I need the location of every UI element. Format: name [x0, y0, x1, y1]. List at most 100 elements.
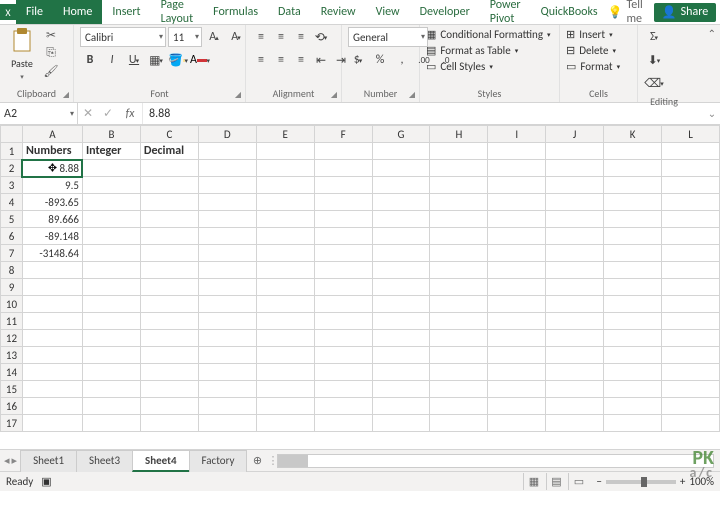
sheet-nav-last-icon[interactable]: ▸: [12, 454, 18, 467]
page-layout-view-button[interactable]: ▤: [546, 473, 566, 490]
collapse-ribbon-icon[interactable]: ⌃: [708, 27, 716, 40]
cell-B13[interactable]: [82, 347, 140, 364]
underline-button[interactable]: U▾: [124, 50, 144, 70]
cell-G11[interactable]: [372, 313, 430, 330]
bold-button[interactable]: B: [80, 50, 100, 70]
row-header-9[interactable]: 9: [1, 279, 23, 296]
font-color-button[interactable]: A▾: [190, 50, 210, 70]
cell-E3[interactable]: [256, 177, 314, 194]
cell-F16[interactable]: [314, 398, 372, 415]
paste-button[interactable]: Paste ▾: [6, 27, 38, 81]
cell-F1[interactable]: [314, 143, 372, 160]
fill-color-button[interactable]: 🪣▾: [168, 50, 188, 70]
cell-H11[interactable]: [430, 313, 488, 330]
cell-G16[interactable]: [372, 398, 430, 415]
cell-A4[interactable]: -893.65: [22, 194, 82, 211]
cell-H3[interactable]: [430, 177, 488, 194]
row-header-4[interactable]: 4: [1, 194, 23, 211]
cell-J7[interactable]: [546, 245, 604, 262]
copy-button[interactable]: ⎘: [42, 45, 60, 61]
cell-E15[interactable]: [256, 381, 314, 398]
cell-K6[interactable]: [604, 228, 662, 245]
cell-B5[interactable]: [82, 211, 140, 228]
cell-L7[interactable]: [662, 245, 720, 262]
cell-H5[interactable]: [430, 211, 488, 228]
cell-D15[interactable]: [198, 381, 256, 398]
cell-C8[interactable]: [140, 262, 198, 279]
accounting-button[interactable]: $▾: [348, 50, 368, 70]
zoom-out-button[interactable]: −: [596, 475, 601, 488]
cell-D11[interactable]: [198, 313, 256, 330]
cell-L13[interactable]: [662, 347, 720, 364]
cell-E6[interactable]: [256, 228, 314, 245]
cell-D2[interactable]: [198, 160, 256, 177]
cell-L1[interactable]: [662, 143, 720, 160]
alignment-dialog-icon[interactable]: ◢: [331, 90, 337, 100]
cell-J9[interactable]: [546, 279, 604, 296]
cell-E2[interactable]: [256, 160, 314, 177]
fx-button[interactable]: fx: [118, 107, 142, 121]
conditional-formatting-button[interactable]: ▦Conditional Formatting▾: [426, 27, 551, 42]
cell-B17[interactable]: [82, 415, 140, 432]
cell-K1[interactable]: [604, 143, 662, 160]
cell-E16[interactable]: [256, 398, 314, 415]
cell-F15[interactable]: [314, 381, 372, 398]
cell-L15[interactable]: [662, 381, 720, 398]
cell-B16[interactable]: [82, 398, 140, 415]
cell-H15[interactable]: [430, 381, 488, 398]
row-header-8[interactable]: 8: [1, 262, 23, 279]
cell-C15[interactable]: [140, 381, 198, 398]
tab-power-pivot[interactable]: Power Pivot: [480, 0, 531, 24]
cell-I10[interactable]: [488, 296, 546, 313]
col-header-J[interactable]: J: [546, 126, 604, 143]
cell-L17[interactable]: [662, 415, 720, 432]
cell-C1[interactable]: Decimal: [140, 143, 198, 160]
cell-I7[interactable]: [488, 245, 546, 262]
tab-review[interactable]: Review: [311, 0, 366, 24]
tab-view[interactable]: View: [366, 0, 410, 24]
cell-A11[interactable]: [22, 313, 82, 330]
macro-record-icon[interactable]: ▣: [41, 475, 51, 488]
cell-C16[interactable]: [140, 398, 198, 415]
cell-I13[interactable]: [488, 347, 546, 364]
cell-F8[interactable]: [314, 262, 372, 279]
cell-E12[interactable]: [256, 330, 314, 347]
format-cells-button[interactable]: ▭Format▾: [566, 59, 620, 74]
col-header-C[interactable]: C: [140, 126, 198, 143]
cell-C3[interactable]: [140, 177, 198, 194]
cell-G1[interactable]: [372, 143, 430, 160]
row-header-14[interactable]: 14: [1, 364, 23, 381]
row-header-2[interactable]: 2: [1, 160, 23, 177]
cell-E8[interactable]: [256, 262, 314, 279]
sheet-tab-sheet1[interactable]: Sheet1: [20, 450, 77, 472]
cell-C6[interactable]: [140, 228, 198, 245]
cell-D12[interactable]: [198, 330, 256, 347]
cell-H7[interactable]: [430, 245, 488, 262]
cell-I9[interactable]: [488, 279, 546, 296]
cell-H10[interactable]: [430, 296, 488, 313]
cell-A2[interactable]: ✥8.88: [22, 160, 82, 177]
tab-quickbooks[interactable]: QuickBooks: [531, 0, 608, 24]
autosum-button[interactable]: Σ▾: [644, 27, 664, 47]
percent-button[interactable]: %: [370, 50, 390, 70]
cell-J2[interactable]: [546, 160, 604, 177]
cell-D7[interactable]: [198, 245, 256, 262]
italic-button[interactable]: I: [102, 50, 122, 70]
cell-H17[interactable]: [430, 415, 488, 432]
tab-page-layout[interactable]: Page Layout: [151, 0, 204, 24]
cell-D1[interactable]: [198, 143, 256, 160]
normal-view-button[interactable]: ▦: [523, 473, 543, 490]
cell-E1[interactable]: [256, 143, 314, 160]
cell-F12[interactable]: [314, 330, 372, 347]
cell-A5[interactable]: 89.666: [22, 211, 82, 228]
cell-C9[interactable]: [140, 279, 198, 296]
cell-L3[interactable]: [662, 177, 720, 194]
cell-C7[interactable]: [140, 245, 198, 262]
clear-button[interactable]: ⌫▾: [644, 73, 664, 93]
format-painter-button[interactable]: 🖌: [42, 63, 60, 79]
cell-J5[interactable]: [546, 211, 604, 228]
horizontal-scrollbar[interactable]: [277, 454, 714, 468]
cell-A12[interactable]: [22, 330, 82, 347]
align-bottom-button[interactable]: ≡: [292, 27, 310, 47]
cell-K11[interactable]: [604, 313, 662, 330]
